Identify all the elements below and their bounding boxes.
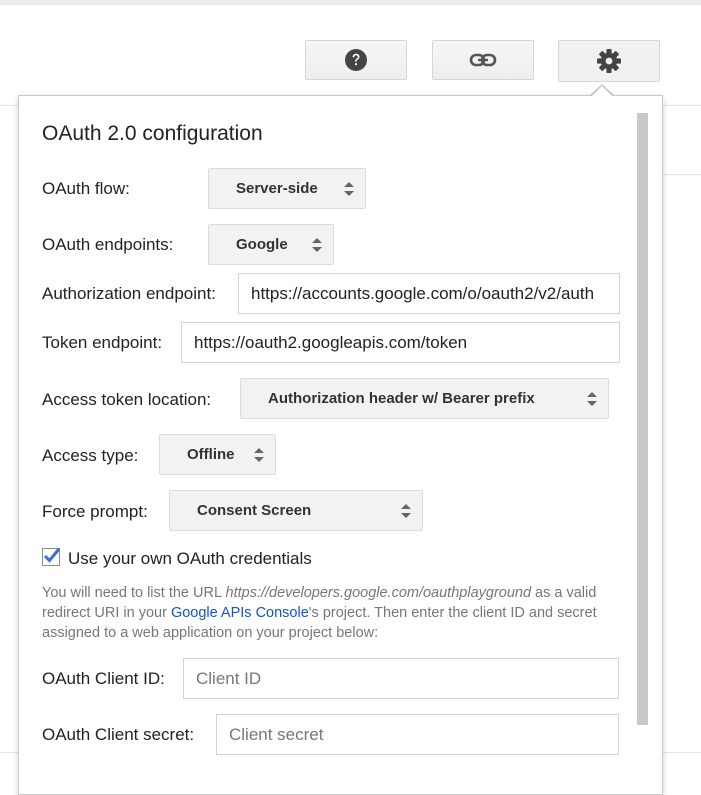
oauth-flow-select[interactable]: Server-side bbox=[208, 168, 366, 209]
client-id-input[interactable]: Client ID bbox=[183, 658, 619, 699]
panel-title: OAuth 2.0 configuration bbox=[42, 122, 263, 145]
note-text: You will need to list the URL bbox=[42, 585, 226, 601]
authorization-endpoint-input[interactable]: https://accounts.google.com/o/oauth2/v2/… bbox=[238, 273, 620, 314]
own-credentials-checkbox[interactable] bbox=[42, 548, 61, 566]
google-apis-console-link[interactable]: Google APIs Console bbox=[171, 605, 309, 621]
token-endpoint-input[interactable]: https://oauth2.googleapis.com/token bbox=[181, 322, 620, 363]
select-arrows-icon bbox=[254, 448, 264, 462]
oauth-endpoints-label: OAuth endpoints: bbox=[42, 235, 174, 254]
client-secret-input[interactable]: Client secret bbox=[216, 714, 619, 755]
select-arrows-icon bbox=[587, 392, 597, 406]
background-divider bbox=[663, 105, 701, 106]
gear-icon bbox=[597, 49, 621, 73]
redirect-uri-note: You will need to list the URL https://de… bbox=[42, 583, 634, 643]
authorization-endpoint-label: Authorization endpoint: bbox=[42, 284, 216, 303]
client-id-label: OAuth Client ID: bbox=[42, 669, 165, 688]
help-icon bbox=[345, 49, 367, 71]
access-token-location-label: Access token location: bbox=[42, 390, 212, 409]
access-type-label: Access type: bbox=[42, 446, 139, 465]
own-credentials-label[interactable]: Use your own OAuth credentials bbox=[68, 549, 312, 569]
access-type-value: Offline bbox=[187, 446, 235, 463]
background-divider bbox=[0, 752, 18, 753]
panel-caret-fill bbox=[592, 86, 612, 96]
oauth-endpoints-select[interactable]: Google bbox=[208, 224, 334, 265]
settings-button[interactable] bbox=[558, 40, 660, 82]
client-secret-label: OAuth Client secret: bbox=[42, 725, 195, 744]
access-token-location-select[interactable]: Authorization header w/ Bearer prefix bbox=[240, 378, 609, 419]
background-divider bbox=[0, 105, 18, 106]
force-prompt-label: Force prompt: bbox=[42, 502, 148, 521]
oauth-flow-label: OAuth flow: bbox=[42, 179, 130, 198]
top-strip bbox=[0, 0, 701, 5]
force-prompt-value: Consent Screen bbox=[197, 502, 312, 519]
background-divider bbox=[663, 752, 701, 753]
oauth-endpoints-value: Google bbox=[236, 236, 288, 253]
link-icon bbox=[469, 53, 497, 67]
access-type-select[interactable]: Offline bbox=[159, 434, 276, 475]
token-endpoint-label: Token endpoint: bbox=[42, 333, 163, 352]
panel-scrollbar[interactable] bbox=[637, 113, 648, 725]
background-divider bbox=[663, 174, 701, 175]
oauth-flow-value: Server-side bbox=[236, 180, 318, 197]
note-url: https://developers.google.com/oauthplayg… bbox=[225, 585, 532, 601]
force-prompt-select[interactable]: Consent Screen bbox=[169, 490, 423, 531]
select-arrows-icon bbox=[344, 182, 354, 196]
checkmark-icon bbox=[43, 548, 61, 563]
help-button[interactable] bbox=[305, 40, 407, 80]
access-token-location-value: Authorization header w/ Bearer prefix bbox=[268, 390, 535, 407]
select-arrows-icon bbox=[401, 504, 411, 518]
link-button[interactable] bbox=[432, 40, 534, 80]
select-arrows-icon bbox=[312, 238, 322, 252]
